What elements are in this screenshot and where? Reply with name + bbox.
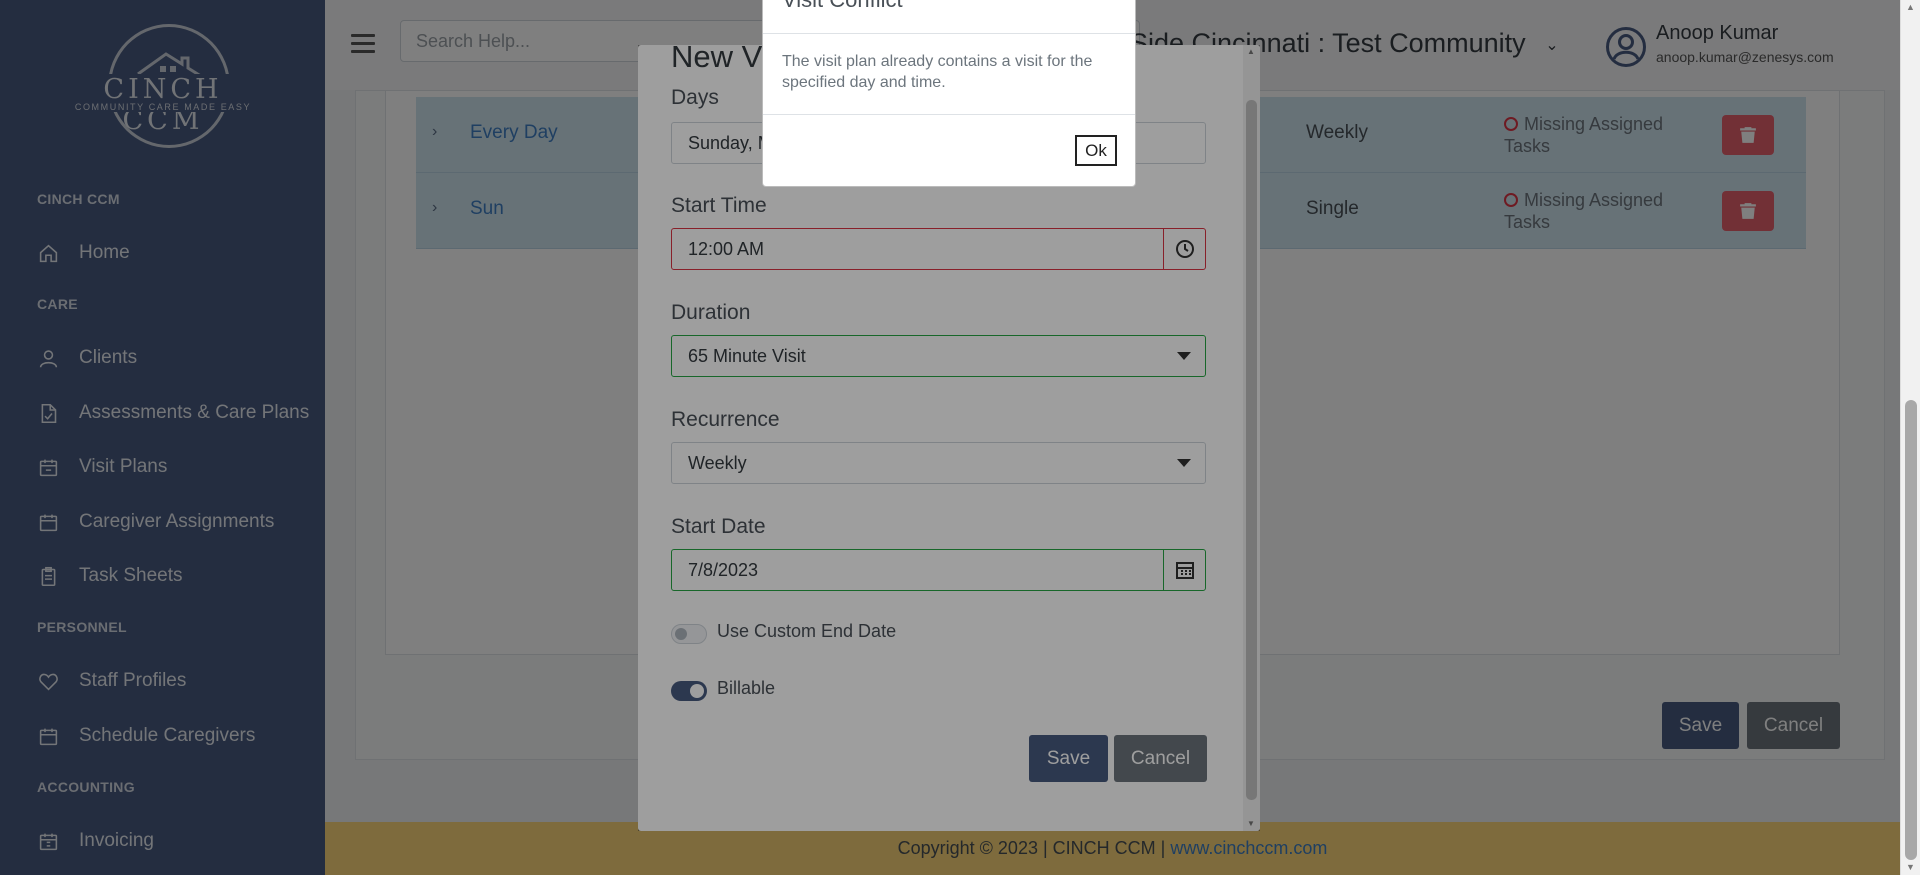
scroll-down-icon[interactable]: ▼ <box>1906 862 1915 872</box>
page-scrollbar[interactable]: ▲ ▼ <box>1900 0 1920 875</box>
dialog-message: The visit plan already contains a visit … <box>782 53 1093 91</box>
visit-conflict-dialog: Visit Conflict The visit plan already co… <box>762 0 1136 187</box>
scrollbar-thumb[interactable] <box>1905 400 1917 860</box>
scroll-up-icon[interactable]: ▲ <box>1906 2 1915 12</box>
divider <box>763 114 1135 115</box>
ok-button[interactable]: Ok <box>1075 135 1117 166</box>
dialog-title: Visit Conflict <box>782 0 903 13</box>
divider <box>763 33 1135 34</box>
